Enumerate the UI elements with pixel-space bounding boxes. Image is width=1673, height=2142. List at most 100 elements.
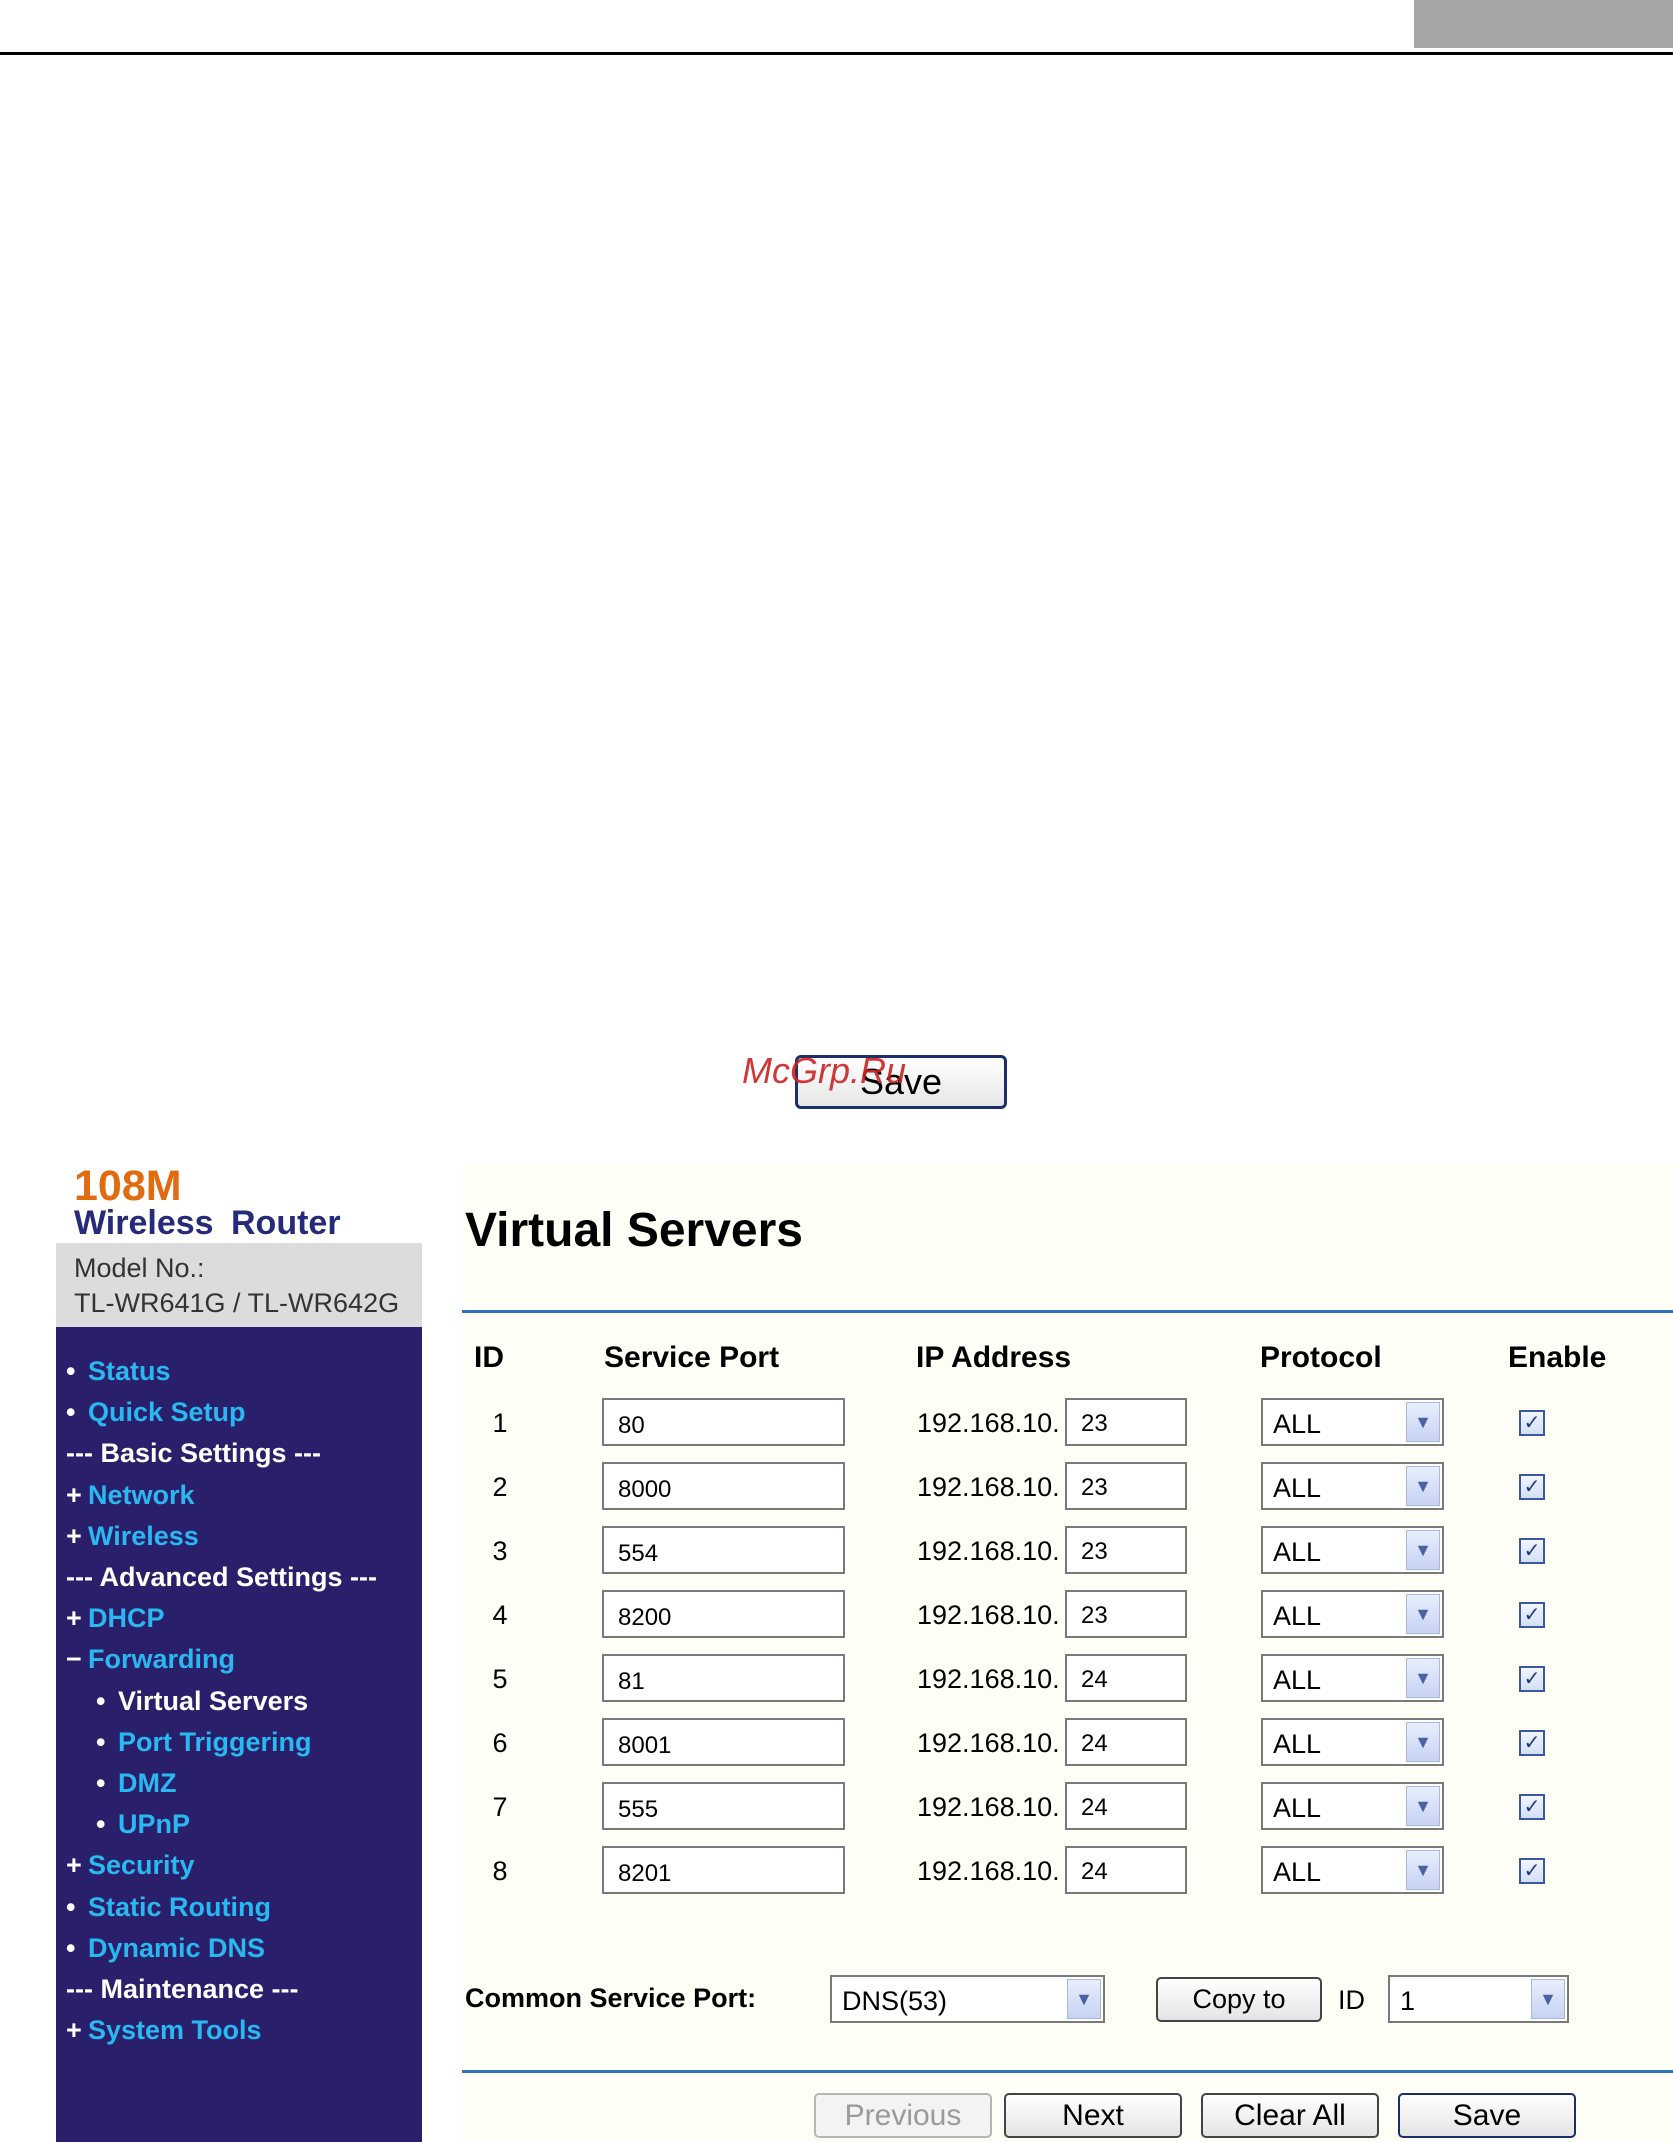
protocol-select[interactable]: ALL ▼ — [1261, 1398, 1444, 1446]
common-service-port-select[interactable]: DNS(53) ▼ — [830, 1975, 1105, 2023]
sidebar-item[interactable]: + System Tools — [66, 2017, 262, 2044]
chevron-down-icon[interactable]: ▼ — [1406, 1658, 1440, 1698]
row-id: 5 — [492, 1664, 508, 1694]
ip-host-input[interactable]: 24 — [1065, 1846, 1187, 1894]
protocol-select[interactable]: ALL ▼ — [1261, 1590, 1444, 1638]
ip-prefix: 192.168.10. — [917, 1600, 1060, 1630]
chevron-down-icon[interactable]: ▼ — [1406, 1722, 1440, 1762]
enable-checkbox[interactable]: ✓ — [1519, 1858, 1545, 1884]
protocol-select[interactable]: ALL ▼ — [1261, 1846, 1444, 1894]
bullet-icon: • — [66, 1356, 76, 1386]
header-rule — [462, 1310, 1673, 1313]
sidebar-item[interactable]: • Virtual Servers — [96, 1685, 309, 1716]
enable-checkbox[interactable]: ✓ — [1519, 1538, 1545, 1564]
checkmark-icon: ✓ — [1523, 1860, 1541, 1882]
ip-prefix: 192.168.10. — [917, 1728, 1060, 1758]
sidebar-item[interactable]: • Static Routing — [66, 1893, 271, 1921]
service-port-input[interactable]: 8000 — [602, 1462, 845, 1510]
protocol-value: ALL — [1273, 1793, 1322, 1823]
sidebar-item[interactable]: • DMZ — [96, 1770, 176, 1797]
bullet-icon: • — [96, 1726, 106, 1757]
sidebar-item[interactable]: • Quick Setup — [66, 1399, 246, 1426]
service-port-input[interactable]: 554 — [602, 1526, 845, 1574]
chevron-down-icon[interactable]: ▼ — [1067, 1979, 1101, 2019]
copy-id-select[interactable]: 1 ▼ — [1388, 1975, 1569, 2023]
chevron-down-icon[interactable]: ▼ — [1406, 1594, 1440, 1634]
bullet-icon: + — [66, 1479, 82, 1510]
clear-all-button[interactable]: Clear All — [1201, 2093, 1379, 2138]
top-save-button[interactable]: Save — [795, 1055, 1007, 1109]
checkmark-icon: ✓ — [1523, 1540, 1541, 1562]
ip-prefix: 192.168.10. — [917, 1536, 1060, 1566]
sidebar-item[interactable]: • Port Triggering — [96, 1726, 312, 1757]
column-header-ip-address: IP Address — [916, 1341, 1072, 1374]
bullet-icon: + — [66, 1850, 82, 1881]
sidebar-item[interactable]: • Dynamic DNS — [66, 1934, 265, 1962]
sidebar-item[interactable]: + Network — [66, 1479, 195, 1510]
service-port-input[interactable]: 80 — [602, 1398, 845, 1446]
enable-checkbox[interactable]: ✓ — [1519, 1602, 1545, 1628]
service-port-input[interactable]: 8201 — [602, 1846, 845, 1894]
protocol-select[interactable]: ALL ▼ — [1261, 1462, 1444, 1510]
checkmark-icon: ✓ — [1523, 1732, 1541, 1754]
sidebar-item-label: --- Advanced Settings --- — [66, 1562, 378, 1592]
protocol-select[interactable]: ALL ▼ — [1261, 1718, 1444, 1766]
ip-prefix: 192.168.10. — [917, 1664, 1060, 1694]
protocol-select[interactable]: ALL ▼ — [1261, 1782, 1444, 1830]
sidebar-item[interactable]: − Forwarding — [66, 1646, 235, 1673]
sidebar-item[interactable]: • UPnP — [96, 1811, 190, 1838]
enable-checkbox[interactable]: ✓ — [1519, 1474, 1545, 1500]
page-title: Virtual Servers — [465, 1204, 803, 1257]
protocol-value: ALL — [1273, 1601, 1322, 1631]
chevron-down-icon[interactable]: ▼ — [1531, 1979, 1565, 2019]
enable-checkbox[interactable]: ✓ — [1519, 1794, 1545, 1820]
previous-button[interactable]: Previous — [814, 2093, 992, 2138]
service-port-input[interactable]: 555 — [602, 1782, 845, 1830]
protocol-value: ALL — [1273, 1409, 1322, 1439]
column-header-protocol: Protocol — [1260, 1341, 1382, 1374]
enable-checkbox[interactable]: ✓ — [1519, 1410, 1545, 1436]
ip-prefix: 192.168.10. — [917, 1472, 1060, 1502]
brand-speed: 108M — [74, 1162, 182, 1210]
service-port-input[interactable]: 8001 — [602, 1718, 845, 1766]
ip-host-input[interactable]: 23 — [1065, 1526, 1187, 1574]
copy-to-button[interactable]: Copy to — [1156, 1977, 1322, 2022]
ip-host-input[interactable]: 24 — [1065, 1654, 1187, 1702]
enable-checkbox[interactable]: ✓ — [1519, 1666, 1545, 1692]
sidebar-item[interactable]: + Wireless — [66, 1522, 199, 1550]
chevron-down-icon[interactable]: ▼ — [1406, 1786, 1440, 1826]
sidebar-item-label: Quick Setup — [88, 1397, 246, 1428]
bullet-icon: − — [66, 1644, 82, 1675]
column-header-enable: Enable — [1508, 1341, 1607, 1374]
save-button[interactable]: Save — [1398, 2093, 1576, 2138]
ip-host-input[interactable]: 23 — [1065, 1590, 1187, 1638]
enable-checkbox[interactable]: ✓ — [1519, 1730, 1545, 1756]
chevron-down-icon[interactable]: ▼ — [1406, 1530, 1440, 1570]
service-port-input[interactable]: 81 — [602, 1654, 845, 1702]
sidebar-item: --- Maintenance --- — [66, 1976, 299, 2003]
sidebar-item-label: Security — [88, 1850, 195, 1881]
sidebar-item-label: DHCP — [88, 1603, 165, 1634]
sidebar-item[interactable]: • Status — [66, 1358, 171, 1385]
sidebar-item-label: Virtual Servers — [118, 1685, 309, 1716]
ip-host-input[interactable]: 24 — [1065, 1782, 1187, 1830]
ip-host-input[interactable]: 23 — [1065, 1398, 1187, 1446]
document-header-rule — [0, 52, 1673, 55]
ip-host-input[interactable]: 24 — [1065, 1718, 1187, 1766]
protocol-select[interactable]: ALL ▼ — [1261, 1654, 1444, 1702]
chevron-down-icon[interactable]: ▼ — [1406, 1466, 1440, 1506]
chevron-down-icon[interactable]: ▼ — [1406, 1850, 1440, 1890]
protocol-select[interactable]: ALL ▼ — [1261, 1526, 1444, 1574]
sidebar-item[interactable]: + DHCP — [66, 1605, 165, 1632]
next-button[interactable]: Next — [1004, 2093, 1182, 2138]
sidebar-item-label: Port Triggering — [118, 1726, 312, 1757]
ip-host-input[interactable]: 23 — [1065, 1462, 1187, 1510]
chevron-down-icon[interactable]: ▼ — [1406, 1402, 1440, 1442]
protocol-value: ALL — [1273, 1537, 1322, 1567]
protocol-value: ALL — [1273, 1473, 1322, 1503]
bullet-icon: • — [66, 1397, 76, 1428]
checkmark-icon: ✓ — [1523, 1412, 1541, 1434]
row-id: 4 — [492, 1600, 508, 1630]
sidebar-item[interactable]: + Security — [66, 1852, 195, 1879]
service-port-input[interactable]: 8200 — [602, 1590, 845, 1638]
